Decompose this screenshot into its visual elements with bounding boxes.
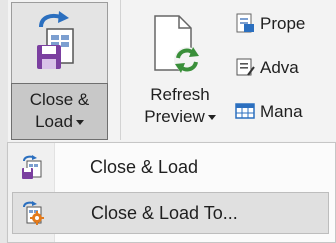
manage-icon — [235, 101, 255, 121]
menu-item-close-and-load[interactable]: Close & Load — [12, 147, 329, 189]
close-and-load-label-line2-wrap: Load — [12, 111, 107, 132]
chevron-down-icon — [75, 120, 84, 126]
advanced-editor-button[interactable]: Adva — [233, 52, 336, 82]
close-and-load-split-button[interactable]: Close & Load — [11, 2, 108, 140]
close-and-load-label-line2: Load — [35, 112, 73, 131]
menu-item-close-and-load-to-label: Close & Load To... — [91, 203, 238, 223]
manage-label: Mana — [260, 102, 303, 121]
properties-icon — [235, 13, 255, 33]
close-and-load-button-top[interactable] — [11, 2, 108, 84]
advanced-editor-label: Adva — [260, 58, 299, 77]
advanced-editor-icon — [235, 57, 255, 77]
refresh-preview-label-line1: Refresh — [150, 85, 210, 104]
manage-button[interactable]: Mana — [233, 96, 336, 126]
close-and-load-icon — [20, 155, 44, 179]
menu-item-close-and-load-to[interactable]: Close & Load To... — [12, 192, 329, 234]
properties-label: Prope — [260, 14, 306, 33]
close-and-load-dropdown-button[interactable]: Close & Load — [11, 83, 108, 140]
group-separator — [120, 0, 121, 140]
refresh-preview-button[interactable]: Refresh Preview — [127, 2, 233, 140]
chevron-down-icon — [207, 115, 216, 121]
properties-button[interactable]: Prope — [233, 8, 336, 38]
refresh-preview-label-line2-wrap: Preview — [127, 106, 233, 127]
close-and-load-to-icon — [21, 201, 45, 225]
close-and-load-label-line1: Close & — [29, 90, 90, 109]
close-and-load-menu: Close & Load Close & Load To... — [7, 142, 336, 243]
refresh-preview-icon — [149, 14, 201, 76]
menu-item-close-and-load-label: Close & Load — [90, 157, 199, 177]
close-and-load-icon — [35, 11, 81, 73]
refresh-preview-label-line2: Preview — [144, 107, 205, 126]
